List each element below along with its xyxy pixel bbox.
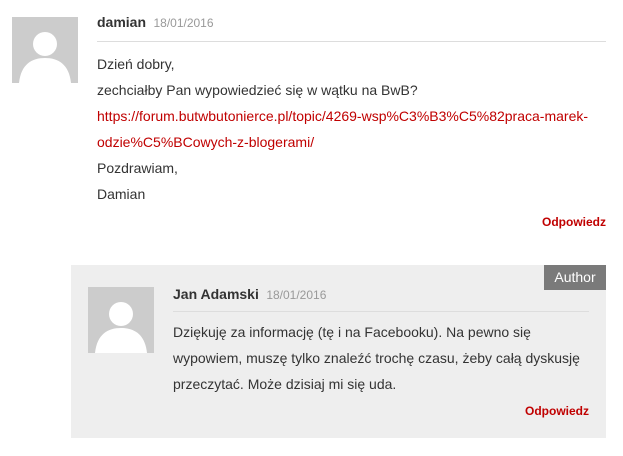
avatar (88, 287, 154, 353)
reply-button[interactable]: Odpowiedz (525, 404, 589, 418)
default-user-icon (88, 287, 154, 353)
author-badge: Author (544, 265, 606, 290)
forum-link-text-2: odzie%C5%BCowych-z-blogerami/ (97, 134, 315, 150)
comment-text: przeczytać. Może dzisiaj mi się uda. (173, 376, 397, 392)
comment-body: Dzień dobry, zechciałby Pan wypowiedzieć… (97, 51, 606, 207)
comment-divider (173, 311, 589, 312)
comment-text: Damian (97, 186, 146, 202)
comment-meta: Jan Adamski 18/01/2016 (173, 286, 326, 303)
comment-text: zechciałby Pan wypowiedzieć się w wątku … (97, 82, 418, 98)
comment-damian: damian 18/01/2016 Dzień dobry, zechciałb… (0, 0, 623, 240)
comment-text: Dziękuję za informację (tę i na Facebook… (173, 324, 531, 340)
forum-link[interactable]: https://forum.butwbutonierce.pl/topic/42… (97, 108, 588, 150)
default-user-icon (12, 17, 78, 83)
author-name[interactable]: damian (97, 14, 146, 30)
comment-meta: damian 18/01/2016 (97, 14, 214, 31)
comment-divider (97, 41, 606, 42)
comment-body: Dziękuję za informację (tę i na Facebook… (173, 319, 593, 397)
comment-text: Pozdrawiam, (97, 160, 178, 176)
comment-jan-adamski: Author Jan Adamski 18/01/2016 Dziękuję z… (71, 265, 606, 438)
comment-date[interactable]: 18/01/2016 (153, 16, 213, 30)
reply-button[interactable]: Odpowiedz (542, 215, 606, 229)
comment-date[interactable]: 18/01/2016 (266, 288, 326, 302)
author-name[interactable]: Jan Adamski (173, 286, 259, 302)
forum-link-text-1: https://forum.butwbutonierce.pl/topic/42… (97, 108, 589, 124)
comment-text: wypowiem, muszę tylko znaleźć trochę cza… (173, 350, 580, 366)
comment-text: Dzień dobry, (97, 56, 175, 72)
avatar (12, 17, 78, 83)
